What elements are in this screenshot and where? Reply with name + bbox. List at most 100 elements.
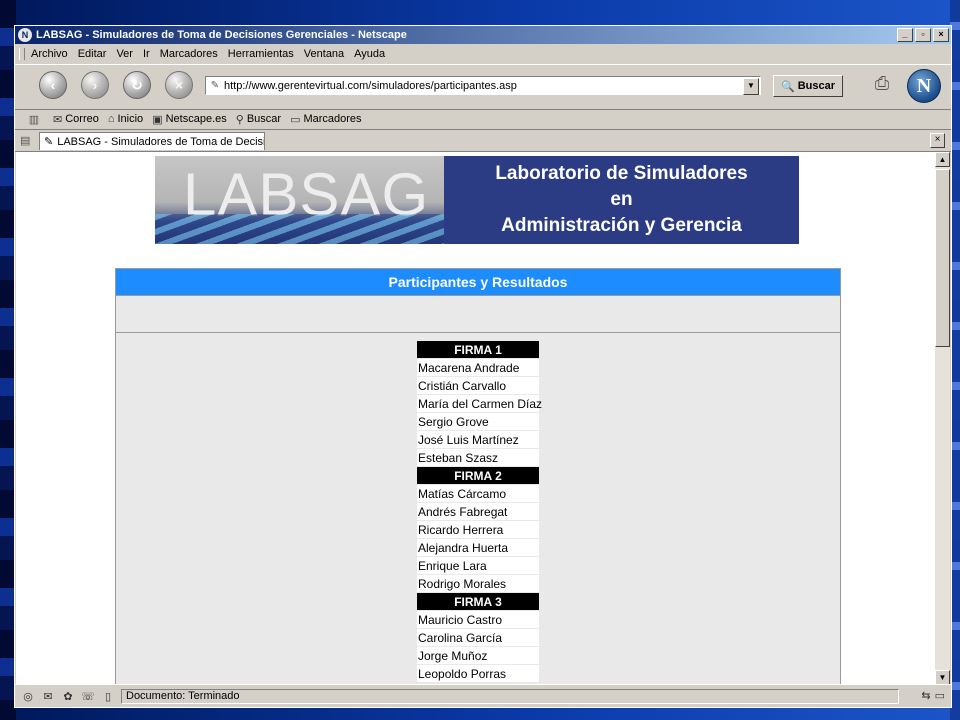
link-inicio[interactable]: ⌂ Inicio [108, 113, 143, 125]
connection-icon: ⇆ [921, 690, 931, 702]
page-content: LABSAG Laboratorio de Simuladores en Adm… [16, 152, 936, 685]
menu-ir[interactable]: Ir [143, 48, 150, 60]
participants-list: FIRMA 1 Macarena Andrade Cristián Carval… [417, 341, 543, 683]
back-arrow-icon: ‹ [50, 77, 56, 93]
participant: Ricardo Herrera [417, 521, 539, 538]
sidebar-toggle-icon[interactable]: ▥ [15, 113, 53, 126]
reload-button[interactable]: ↻ [123, 71, 151, 99]
close-button[interactable]: × [933, 28, 949, 42]
forward-button[interactable]: › [81, 71, 109, 99]
scroll-down-icon[interactable]: ▼ [935, 670, 950, 685]
netscape-logo[interactable]: N [907, 69, 941, 103]
menu-ver[interactable]: Ver [116, 48, 133, 60]
banner-line-2: en [610, 189, 633, 210]
folder-icon: ▭ [290, 113, 301, 126]
menu-ayuda[interactable]: Ayuda [354, 48, 385, 60]
participant: José Luis Martínez [417, 431, 539, 448]
participant: Sergio Grove [417, 413, 539, 430]
firm-header: FIRMA 1 [417, 341, 539, 358]
banner-logo-area: LABSAG [155, 156, 444, 244]
forward-arrow-icon: › [92, 77, 98, 93]
url-field[interactable]: ✎ http://www.gerentevirtual.com/simulado… [205, 76, 761, 95]
status-component-icons: ◎ ✉ ✿ ☏ ▯ [21, 690, 115, 703]
mail-icon: ✉ [53, 113, 63, 126]
scroll-thumb[interactable] [935, 169, 950, 347]
link-netscape-es[interactable]: ▣ Netscape.es [152, 113, 227, 126]
status-text: Documento: Terminado [126, 690, 240, 702]
print-icon[interactable]: ⎙ [869, 73, 895, 95]
banner-title: Laboratorio de Simuladores en Administra… [444, 156, 799, 244]
back-button[interactable]: ‹ [39, 71, 67, 99]
my-netscape-icon: ▣ [152, 113, 163, 126]
participant: Esteban Szasz [417, 449, 539, 466]
status-text-field: Documento: Terminado [121, 688, 899, 704]
participant: Alejandra Huerta [417, 539, 539, 556]
link-correo[interactable]: ✉ Correo [53, 113, 99, 126]
participant: María del Carmen Díaz [417, 395, 543, 412]
labsag-banner: LABSAG Laboratorio de Simuladores en Adm… [155, 156, 799, 244]
participant: Cristián Carvallo [417, 377, 539, 394]
participant: Rodrigo Morales [417, 575, 539, 592]
home-icon: ⌂ [107, 113, 115, 125]
stop-button[interactable]: × [165, 71, 193, 99]
mail-status-icon[interactable]: ✉ [41, 690, 55, 703]
security-icon[interactable]: ▭ [935, 689, 945, 702]
firm-header: FIRMA 3 [417, 593, 539, 610]
menu-bar: Archivo Editar Ver Ir Marcadores Herrami… [15, 45, 951, 63]
tab-bar: ▤ ✎ LABSAG - Simuladores de Toma de Deci… [15, 130, 951, 152]
participant: Enrique Lara [417, 557, 539, 574]
search-button-label: Buscar [797, 80, 835, 92]
link-buscar[interactable]: ⚲ Buscar [236, 113, 281, 126]
menu-marcadores[interactable]: Marcadores [160, 48, 218, 60]
menu-herramientas[interactable]: Herramientas [228, 48, 294, 60]
composer-icon[interactable]: ✿ [61, 690, 75, 703]
reload-icon: ↻ [131, 76, 143, 93]
vertical-scrollbar[interactable]: ▲ ▼ [935, 152, 950, 685]
window-title: LABSAG - Simuladores de Toma de Decision… [36, 29, 407, 41]
menu-editar[interactable]: Editar [78, 48, 107, 60]
status-right-icons: ⇆ ▭ [921, 689, 945, 702]
stop-icon: × [174, 77, 184, 93]
url-dropdown-icon[interactable]: ▼ [743, 78, 759, 95]
search-button[interactable]: 🔍 Buscar [773, 75, 843, 97]
results-panel: Participantes y Resultados FIRMA 1 Macar… [115, 268, 841, 685]
participant: Macarena Andrade [417, 359, 539, 376]
menu-archivo[interactable]: Archivo [31, 48, 68, 60]
link-marcadores[interactable]: ▭ Marcadores [290, 113, 361, 126]
panel-empty-row [116, 296, 840, 333]
participant: Leopoldo Porras [417, 665, 539, 682]
title-bar: N LABSAG - Simuladores de Toma de Decisi… [15, 26, 951, 44]
maximize-button[interactable]: ▫ [915, 28, 931, 42]
chat-icon[interactable]: ▯ [101, 690, 115, 703]
url-text: http://www.gerentevirtual.com/simuladore… [224, 79, 517, 92]
address-book-icon[interactable]: ☏ [81, 690, 95, 703]
navigator-icon[interactable]: ◎ [21, 690, 35, 703]
participant: Andrés Fabregat [417, 503, 539, 520]
netscape-app-icon[interactable]: N [18, 28, 32, 42]
magnifier-icon: 🔍 [781, 80, 795, 93]
menu-grip-icon[interactable] [19, 48, 25, 60]
navigation-toolbar: ‹ › ↻ × ✎ http://www.gerentevirtual.com/… [15, 64, 951, 110]
scroll-up-icon[interactable]: ▲ [935, 152, 950, 167]
status-bar: ◎ ✉ ✿ ☏ ▯ Documento: Terminado ⇆ ▭ [15, 684, 951, 707]
banner-line-3: Administración y Gerencia [501, 215, 742, 236]
banner-line-1: Laboratorio de Simuladores [495, 163, 748, 184]
participant: Jorge Muñoz [417, 647, 539, 664]
menu-ventana[interactable]: Ventana [304, 48, 344, 60]
tab-title: LABSAG - Simuladores de Toma de Decisio.… [57, 135, 265, 148]
participant: Matías Cárcamo [417, 485, 539, 502]
participant: Carolina García [417, 629, 539, 646]
banner-graphic [155, 214, 444, 244]
close-tab-button[interactable]: × [930, 133, 945, 148]
window-controls: _ ▫ × [897, 28, 949, 42]
tab-labsag[interactable]: ✎ LABSAG - Simuladores de Toma de Decisi… [39, 132, 265, 150]
page-proxy-icon[interactable]: ✎ [206, 80, 224, 91]
participant: Mauricio Castro [417, 611, 539, 628]
browser-window: N LABSAG - Simuladores de Toma de Decisi… [14, 25, 952, 708]
minimize-button[interactable]: _ [897, 28, 913, 42]
new-tab-icon[interactable]: ▤ [20, 134, 34, 147]
tab-page-icon: ✎ [44, 136, 54, 148]
firm-header: FIRMA 2 [417, 467, 539, 484]
personal-toolbar: ▥ ✉ Correo ⌂ Inicio ▣ Netscape.es ⚲ Buscar ▭… [15, 109, 951, 130]
search-icon: ⚲ [235, 113, 244, 126]
